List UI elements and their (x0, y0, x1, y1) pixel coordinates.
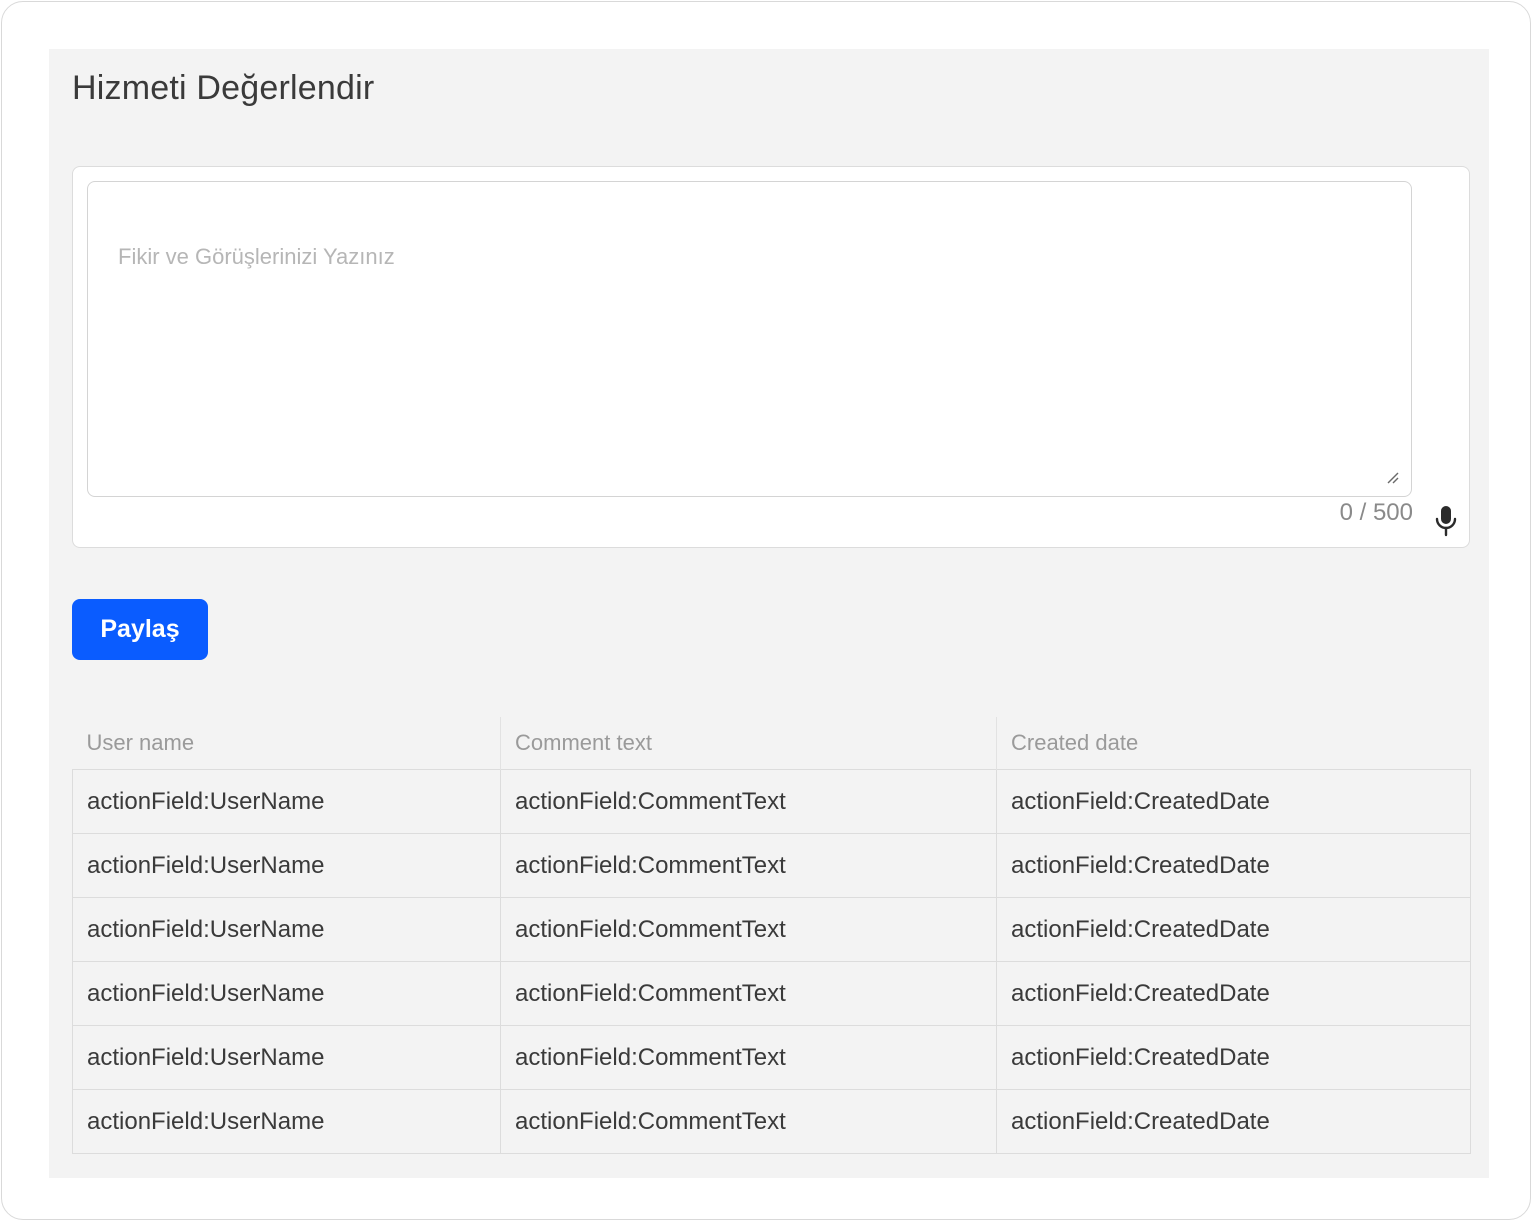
comment-card: 0 / 500 (72, 166, 1470, 548)
cell-comment-text: actionField:CommentText (500, 833, 997, 898)
rating-panel: Hizmeti Değerlendir 0 / 500 Paylaş (49, 49, 1489, 1178)
share-button[interactable]: Paylaş (72, 599, 208, 660)
column-header-created-date: Created date (996, 717, 1471, 770)
cell-user-name: actionField:UserName (72, 961, 501, 1026)
table-row: actionField:UserName actionField:Comment… (72, 961, 1471, 1026)
microphone-icon (1435, 506, 1457, 537)
window-frame: Hizmeti Değerlendir 0 / 500 Paylaş (1, 1, 1531, 1220)
cell-user-name: actionField:UserName (72, 833, 501, 898)
table-row: actionField:UserName actionField:Comment… (72, 1089, 1471, 1154)
comments-table: User name Comment text Created date acti… (72, 717, 1471, 1154)
table-row: actionField:UserName actionField:Comment… (72, 897, 1471, 962)
column-header-user-name: User name (86, 730, 195, 755)
cell-user-name: actionField:UserName (72, 769, 501, 834)
character-counter: 0 / 500 (1339, 499, 1413, 526)
cell-user-name: actionField:UserName (72, 897, 501, 962)
cell-user-name: actionField:UserName (72, 1025, 501, 1090)
comment-textarea[interactable] (87, 181, 1412, 497)
cell-comment-text: actionField:CommentText (500, 961, 997, 1026)
table-row: actionField:UserName actionField:Comment… (72, 833, 1471, 898)
cell-comment-text: actionField:CommentText (500, 769, 997, 834)
table-row: actionField:UserName actionField:Comment… (72, 769, 1471, 834)
cell-comment-text: actionField:CommentText (500, 1025, 997, 1090)
cell-created-date: actionField:CreatedDate (996, 833, 1471, 898)
cell-user-name: actionField:UserName (72, 1089, 501, 1154)
column-header-comment-text: Comment text (500, 717, 997, 770)
cell-comment-text: actionField:CommentText (500, 897, 997, 962)
cell-created-date: actionField:CreatedDate (996, 1089, 1471, 1154)
table-row: actionField:UserName actionField:Comment… (72, 1025, 1471, 1090)
cell-comment-text: actionField:CommentText (500, 1089, 997, 1154)
microphone-button[interactable] (1431, 504, 1461, 538)
resize-handle-icon[interactable] (1384, 469, 1400, 485)
cell-created-date: actionField:CreatedDate (996, 897, 1471, 962)
cell-created-date: actionField:CreatedDate (996, 961, 1471, 1026)
cell-created-date: actionField:CreatedDate (996, 1025, 1471, 1090)
cell-created-date: actionField:CreatedDate (996, 769, 1471, 834)
page-title: Hizmeti Değerlendir (72, 69, 375, 107)
table-header-row: User name Comment text Created date (73, 717, 1471, 770)
